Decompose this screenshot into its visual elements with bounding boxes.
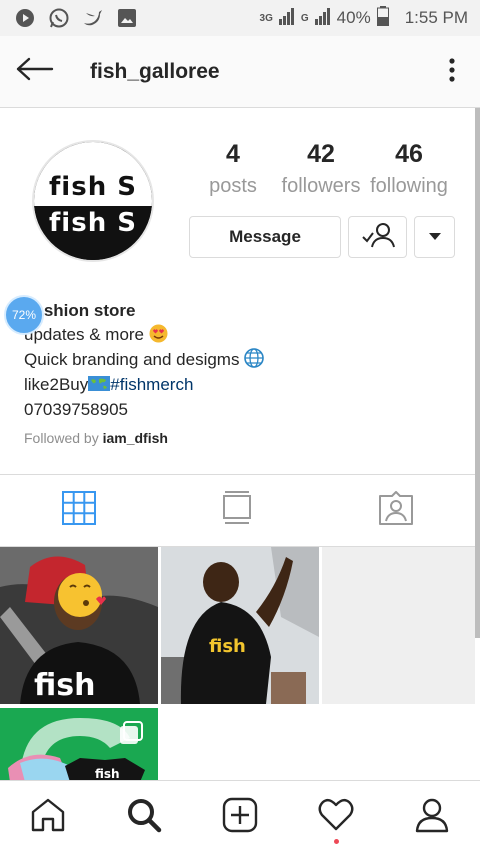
posts-stat[interactable]: 4 posts (190, 140, 276, 198)
tab-list[interactable] (158, 475, 316, 546)
heart-eyes-emoji-icon (149, 324, 168, 343)
bio-line: like2Buy #fishmerch (24, 372, 464, 397)
profile-tabs (0, 474, 475, 547)
caret-down-icon (428, 228, 442, 246)
following-label: following (370, 175, 448, 197)
followers-stat[interactable]: 42 followers (276, 140, 366, 198)
post-thumbnail[interactable]: fish (161, 547, 319, 704)
bio-line: updates & more (24, 322, 464, 347)
progress-badge[interactable]: 72% (4, 295, 44, 335)
post-brand-text: fish (209, 636, 246, 657)
signal-icon (278, 7, 295, 30)
globe-emoji-icon (244, 348, 265, 368)
followers-count: 42 (307, 140, 335, 168)
tab-tagged[interactable] (317, 475, 475, 546)
whatsapp-icon (48, 7, 70, 29)
bio-line: Quick branding and desigms (24, 347, 464, 372)
avatar-brand-text: fish S (49, 171, 137, 202)
profile-name: Fashion store (24, 301, 136, 320)
search-icon (126, 797, 162, 838)
signal-icon (314, 7, 331, 30)
world-map-emoji-icon (88, 373, 111, 391)
tab-grid[interactable] (0, 475, 158, 546)
posts-count: 4 (226, 140, 240, 168)
profile-bio: Fashion store updates & more Quick brand… (24, 300, 464, 422)
network-g: G (300, 12, 309, 24)
following-count: 46 (395, 140, 423, 168)
battery-icon (376, 5, 389, 31)
post-thumbnail[interactable]: fish (0, 708, 158, 782)
following-button[interactable] (348, 216, 407, 258)
vertical-dots-icon (449, 57, 455, 87)
profile-icon (414, 797, 450, 838)
play-icon (14, 7, 36, 29)
add-post-icon (222, 797, 258, 838)
suggestions-dropdown-button[interactable] (414, 216, 455, 258)
back-button[interactable] (0, 36, 70, 108)
profile-actions: Message (189, 216, 455, 258)
following-stat[interactable]: 46 following (366, 140, 452, 198)
message-button[interactable]: Message (189, 216, 341, 258)
nav-home[interactable] (0, 781, 96, 854)
followers-label: followers (281, 175, 361, 197)
profile-avatar[interactable]: fish S fish S (32, 140, 154, 262)
followed-by-user: iam_dfish (102, 430, 168, 446)
heart-icon (318, 798, 354, 837)
hashtag-link[interactable]: #fishmerch (110, 375, 193, 394)
notification-dot (334, 839, 339, 844)
nav-activity[interactable] (288, 781, 384, 854)
battery-percent: 40% (336, 8, 371, 27)
scrollbar[interactable] (475, 108, 480, 638)
followed-by-prefix: Followed by (24, 430, 103, 446)
status-bar: 3G G 40% 1:55 PM (0, 0, 480, 36)
post-thumbnail[interactable]: fish (0, 547, 158, 704)
posts-label: posts (209, 175, 257, 197)
bio-text: updates & more (24, 325, 145, 344)
home-icon (30, 797, 66, 838)
post-placeholder (322, 547, 475, 704)
post-brand-text: fish (95, 767, 120, 781)
clock: 1:55 PM (404, 8, 468, 27)
profile-stats: 4 posts 42 followers 46 following (190, 140, 460, 198)
grid-icon (62, 491, 97, 530)
profile-header-bar: fish_galloree (0, 36, 480, 108)
user-check-icon (361, 222, 395, 253)
profile-username: fish_galloree (90, 59, 220, 83)
back-arrow-icon (16, 57, 54, 86)
nav-search[interactable] (96, 781, 192, 854)
post-brand-text: fish (34, 668, 95, 703)
nav-profile[interactable] (384, 781, 480, 854)
bottom-navigation (0, 780, 480, 854)
avatar-brand-text: fish S (49, 207, 137, 238)
bio-phone[interactable]: 07039758905 (24, 397, 464, 422)
tagged-person-icon (378, 491, 414, 530)
list-view-icon (222, 491, 252, 530)
network-3g: 3G (259, 12, 273, 24)
nav-new-post[interactable] (192, 781, 288, 854)
bio-text: like2Buy (24, 375, 89, 394)
gallery-icon (116, 7, 138, 29)
more-options-button[interactable] (438, 57, 466, 87)
twitter-icon (82, 7, 104, 29)
bio-text: Quick branding and desigms (24, 350, 240, 369)
followed-by[interactable]: Followed by iam_dfish (24, 430, 168, 446)
